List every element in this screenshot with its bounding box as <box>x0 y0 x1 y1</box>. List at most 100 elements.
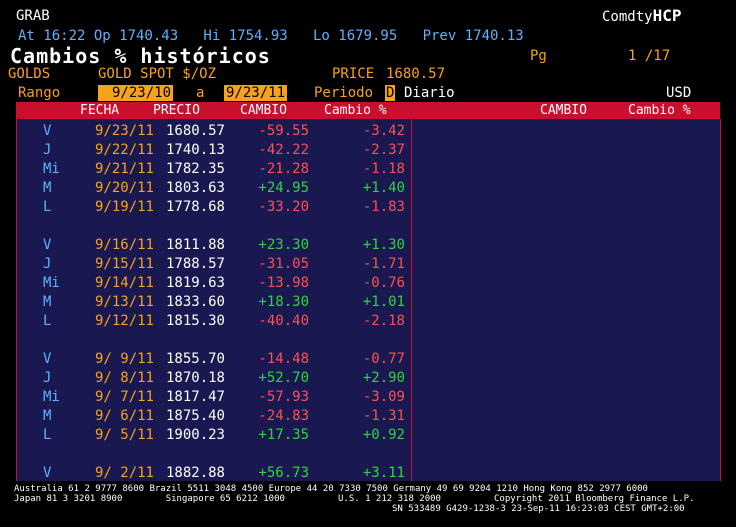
row-price: 1855.70 <box>165 351 225 367</box>
row-day: M <box>43 294 52 310</box>
row-change: -33.20 <box>258 199 309 215</box>
row-change: +56.73 <box>258 465 309 481</box>
table-row[interactable]: M 9/ 6/11 1875.40 -24.83 -1.31 <box>17 407 427 426</box>
row-date: 9/ 5/11 <box>94 427 154 443</box>
row-date: 9/15/11 <box>94 256 154 272</box>
row-price: 1817.47 <box>165 389 225 405</box>
row-date: 9/ 9/11 <box>94 351 154 367</box>
security-suffix: HCP <box>652 6 682 25</box>
row-change-pct: -1.83 <box>362 199 405 215</box>
row-date: 9/14/11 <box>94 275 154 291</box>
table-row[interactable]: V 9/23/11 1680.57 -59.55 -3.42 <box>17 122 427 141</box>
footer-contacts-line: Australia 61 2 9777 8600 Brazil 5511 304… <box>14 484 648 494</box>
table-row[interactable]: L 9/ 5/11 1900.23 +17.35 +0.92 <box>17 426 427 445</box>
column-header-cambio-pct[interactable]: Cambio % <box>324 102 387 119</box>
row-date: 9/22/11 <box>94 142 154 158</box>
row-change: -24.83 <box>258 408 309 424</box>
row-date: 9/ 8/11 <box>94 370 154 386</box>
currency-label: USD <box>666 85 692 101</box>
range-separator: a <box>196 85 205 101</box>
table-row[interactable]: M 9/13/11 1833.60 +18.30 +1.01 <box>17 293 427 312</box>
period-label: Periodo <box>314 85 374 101</box>
range-to-value: 9/23/11 <box>224 85 288 101</box>
footer-us-contact: U.S. 1 212 318 2000 <box>338 494 441 504</box>
row-day: J <box>43 370 52 386</box>
table-row[interactable]: V 9/ 2/11 1882.88 +56.73 +3.11 <box>17 464 427 483</box>
table-row[interactable]: V 9/ 9/11 1855.70 -14.48 -0.77 <box>17 350 427 369</box>
row-price: 1875.40 <box>165 408 225 424</box>
row-change: -13.98 <box>258 275 309 291</box>
period-value: Diario <box>404 85 455 101</box>
row-day: V <box>43 123 52 139</box>
row-date: 9/21/11 <box>94 161 154 177</box>
row-day: Mi <box>43 161 60 177</box>
row-change-pct: -3.09 <box>362 389 405 405</box>
row-change-pct: -2.18 <box>362 313 405 329</box>
row-price: 1680.57 <box>165 123 225 139</box>
row-change: -57.93 <box>258 389 309 405</box>
row-change: +52.70 <box>258 370 309 386</box>
table-row[interactable]: L 9/19/11 1778.68 -33.20 -1.83 <box>17 198 427 217</box>
row-date: 9/ 6/11 <box>94 408 154 424</box>
footer-session-info: SN 533489 G429-1238-3 23-Sep-11 16:23:03… <box>392 504 685 514</box>
footer-contacts-line-2: Japan 81 3 3201 8900 Singapore 65 6212 1… <box>14 494 285 504</box>
period-code-field[interactable]: D <box>385 85 396 101</box>
table-row[interactable]: M 9/20/11 1803.63 +24.95 +1.40 <box>17 179 427 198</box>
table-row[interactable]: V 9/16/11 1811.88 +23.30 +1.30 <box>17 236 427 255</box>
row-change: -21.28 <box>258 161 309 177</box>
quote-line: At 16:22 Op 1740.43 Hi 1754.93 Lo 1679.9… <box>18 28 524 44</box>
table-row[interactable]: J 9/22/11 1740.13 -42.22 -2.37 <box>17 141 427 160</box>
row-price: 1740.13 <box>165 142 225 158</box>
security-prefix: Comdty <box>602 9 653 25</box>
footer-copyright: Copyright 2011 Bloomberg Finance L.P. <box>494 494 695 504</box>
column-header-fecha[interactable]: FECHA <box>80 102 119 119</box>
row-day: L <box>43 427 52 443</box>
row-date: 9/16/11 <box>94 237 154 253</box>
row-change: -59.55 <box>258 123 309 139</box>
row-change-pct: +1.30 <box>362 237 405 253</box>
row-price: 1788.57 <box>165 256 225 272</box>
row-date: 9/12/11 <box>94 313 154 329</box>
row-price: 1900.23 <box>165 427 225 443</box>
row-change-pct: -0.77 <box>362 351 405 367</box>
row-change: +24.95 <box>258 180 309 196</box>
row-change: -14.48 <box>258 351 309 367</box>
row-date: 9/ 7/11 <box>94 389 154 405</box>
range-to-field[interactable]: 9/23/11 <box>224 85 288 101</box>
table-row[interactable]: Mi 9/14/11 1819.63 -13.98 -0.76 <box>17 274 427 293</box>
range-from-field[interactable]: 9/23/10 <box>98 85 174 101</box>
table-row[interactable]: Mi 9/21/11 1782.35 -21.28 -1.18 <box>17 160 427 179</box>
table-row[interactable]: J 9/ 8/11 1870.18 +52.70 +2.90 <box>17 369 427 388</box>
right-column-header-cambio[interactable]: CAMBIO <box>540 102 587 119</box>
right-column-header-cambio-pct[interactable]: Cambio % <box>628 102 691 119</box>
price-value: 1680.57 <box>386 66 446 82</box>
page-title: Cambios % históricos <box>10 44 271 68</box>
row-day: J <box>43 142 52 158</box>
row-day: M <box>43 408 52 424</box>
row-day: L <box>43 313 52 329</box>
row-day: V <box>43 465 52 481</box>
ticker-label: GOLDS <box>8 66 51 82</box>
row-price: 1882.88 <box>165 465 225 481</box>
command-label: GRAB <box>16 8 50 24</box>
row-date: 9/13/11 <box>94 294 154 310</box>
row-change-pct: -2.37 <box>362 142 405 158</box>
row-change: -40.40 <box>258 313 309 329</box>
row-change-pct: +1.01 <box>362 294 405 310</box>
row-change-pct: +1.40 <box>362 180 405 196</box>
row-change-pct: -3.42 <box>362 123 405 139</box>
row-change: +17.35 <box>258 427 309 443</box>
column-header-precio[interactable]: PRECIO <box>153 102 200 119</box>
row-date: 9/23/11 <box>94 123 154 139</box>
row-day: J <box>43 256 52 272</box>
row-date: 9/ 2/11 <box>94 465 154 481</box>
table-row[interactable]: L 9/12/11 1815.30 -40.40 -2.18 <box>17 312 427 331</box>
table-row[interactable]: J 9/15/11 1788.57 -31.05 -1.71 <box>17 255 427 274</box>
row-change-pct: -1.71 <box>362 256 405 272</box>
table-row[interactable]: Mi 9/ 7/11 1817.47 -57.93 -3.09 <box>17 388 427 407</box>
right-data-panel <box>412 119 721 481</box>
range-label: Rango <box>18 85 61 101</box>
row-day: M <box>43 180 52 196</box>
page-label: Pg <box>530 48 547 64</box>
column-header-cambio[interactable]: CAMBIO <box>240 102 287 119</box>
